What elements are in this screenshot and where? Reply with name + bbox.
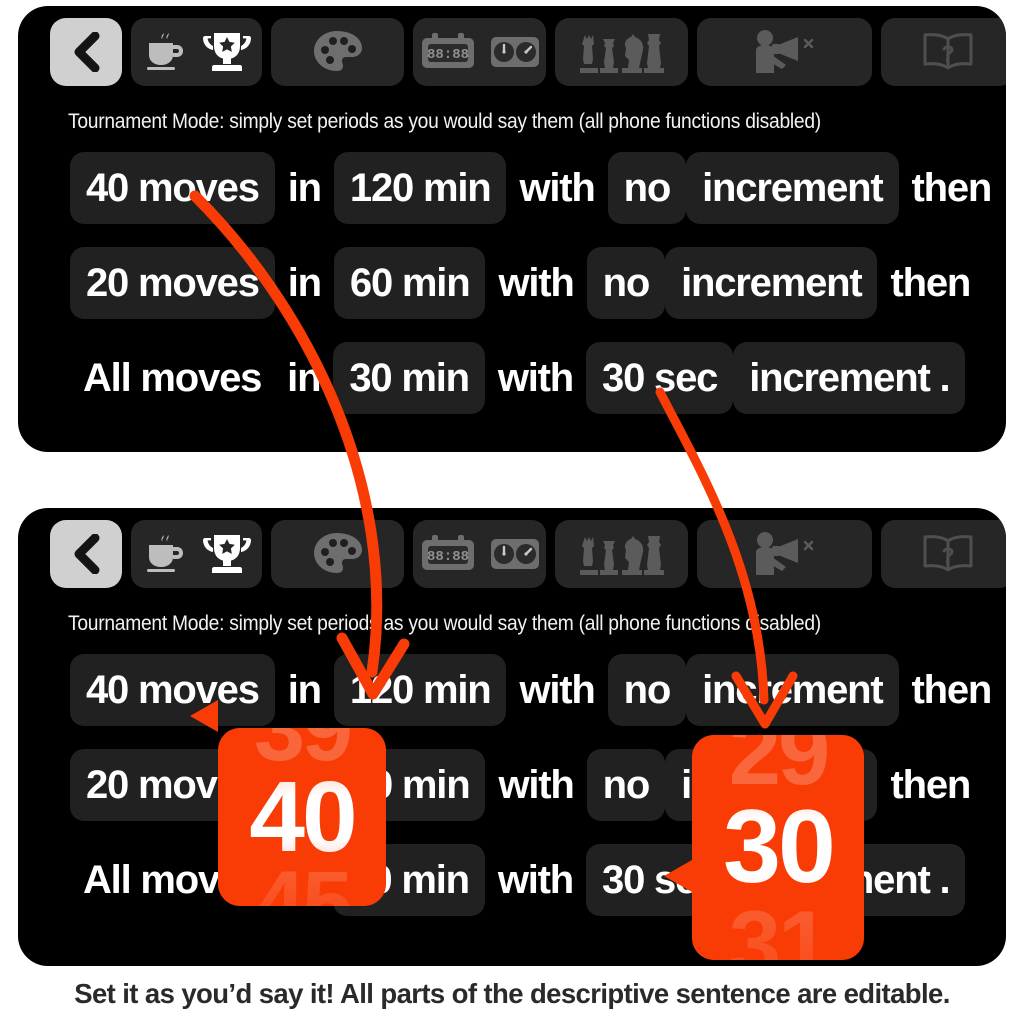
increment-unit-2[interactable]: increment (665, 247, 878, 319)
svg-text:?: ? (941, 543, 954, 568)
announcer-muted-icon (755, 532, 813, 575)
moves-value-1[interactable]: 40 moves (70, 152, 275, 224)
increment-value-2[interactable]: no (586, 247, 666, 319)
connector-with-2: with (498, 261, 574, 305)
help-button[interactable]: ? (881, 520, 1006, 588)
announcer-button[interactable] (697, 18, 872, 86)
screenshot-root: 88:88 ? Tournament Mode: simply set peri… (0, 0, 1024, 1024)
trophy-icon (202, 535, 251, 573)
connector-with-1: with (519, 668, 595, 712)
connector-then-1: then (911, 668, 993, 712)
increment-picker-previous[interactable]: 29 (729, 735, 831, 798)
connector-then-1: then (911, 166, 993, 210)
pieces-button[interactable] (555, 520, 688, 588)
moves-value-3[interactable]: All moves (70, 342, 274, 414)
back-button[interactable] (50, 18, 122, 86)
moves-value-1[interactable]: 40 moves (70, 654, 275, 726)
svg-text:88:88: 88:88 (426, 47, 468, 63)
back-button[interactable] (50, 520, 122, 588)
analog-clock-icon (490, 539, 539, 569)
increment-picker-current[interactable]: 30 (723, 795, 836, 899)
increment-unit-3[interactable]: increment . (733, 342, 966, 414)
digital-clock-icon: 88:88 (421, 535, 474, 570)
open-book-question-icon: ? (923, 33, 972, 70)
increment-picker-next[interactable]: 31 (729, 896, 831, 960)
chess-pieces-icon (579, 536, 664, 575)
connector-in-2: in (287, 261, 322, 305)
connector-in-3: in (287, 356, 321, 400)
period-row: 40 moves in 120 min with no increment th… (70, 152, 992, 224)
connector-then-2: then (890, 763, 971, 807)
pieces-button[interactable] (555, 18, 688, 86)
help-button[interactable]: ? (881, 18, 1006, 86)
connector-with-3: with (497, 356, 574, 400)
increment-picker-overlay[interactable]: 29 30 31 (692, 735, 864, 960)
moves-value-2[interactable]: 20 moves (70, 247, 275, 319)
increment-unit-1[interactable]: increment (686, 152, 899, 224)
period-row: All moves in 30 min with 30 sec incremen… (70, 342, 990, 414)
svg-text:88:88: 88:88 (426, 549, 468, 565)
coffee-cup-icon (146, 535, 183, 572)
tournament-mode-hint: Tournament Mode: simply set periods as y… (68, 611, 821, 635)
chevron-left-icon (74, 32, 100, 72)
chevron-left-icon (74, 534, 100, 574)
tournament-mode-hint: Tournament Mode: simply set periods as y… (68, 109, 821, 133)
moves-picker-current[interactable]: 40 (249, 767, 357, 867)
tournament-panel-top: 88:88 ? Tournament Mode: simply set peri… (18, 6, 1006, 452)
minutes-value-3[interactable]: 30 min (333, 342, 485, 414)
connector-in-1: in (287, 166, 322, 210)
periods-list-top: 40 moves in 120 min with no increment th… (70, 152, 992, 437)
toolbar-top: 88:88 ? (50, 18, 1006, 86)
open-book-question-icon: ? (923, 535, 972, 572)
theme-button[interactable] (271, 520, 404, 588)
period-row: 40 moves in 120 min with no increment th… (70, 654, 992, 726)
modes-button[interactable] (131, 18, 262, 86)
coffee-cup-icon (146, 33, 183, 70)
palette-icon (313, 533, 362, 573)
palette-icon (313, 31, 362, 71)
moves-picker-next[interactable]: 45 (254, 857, 353, 906)
connector-with-1: with (519, 166, 595, 210)
trophy-icon (202, 33, 251, 71)
clock-style-button[interactable]: 88:88 (413, 520, 546, 588)
connector-then-2: then (890, 261, 971, 305)
chess-pieces-icon (579, 34, 664, 73)
minutes-value-2[interactable]: 60 min (333, 247, 486, 319)
connector-in-1: in (287, 668, 322, 712)
announcer-muted-icon (755, 30, 813, 73)
announcer-button[interactable] (697, 520, 872, 588)
period-row: 20 moves in 60 min with no increment the… (70, 247, 990, 319)
theme-button[interactable] (271, 18, 404, 86)
increment-value-3[interactable]: 30 sec (586, 342, 734, 414)
svg-text:?: ? (941, 41, 954, 66)
minutes-value-1[interactable]: 120 min (333, 152, 507, 224)
increment-value-1[interactable]: no (607, 654, 687, 726)
clock-style-button[interactable]: 88:88 (413, 18, 546, 86)
connector-with-2: with (498, 763, 574, 807)
increment-unit-1[interactable]: increment (686, 654, 899, 726)
connector-with-3: with (497, 858, 574, 902)
moves-picker-overlay[interactable]: 39 40 45 (218, 728, 386, 906)
analog-clock-icon (490, 37, 539, 67)
toolbar-bottom: 88:88 ? (50, 520, 1006, 588)
figure-caption: Set it as you’d say it! All parts of the… (74, 978, 950, 1009)
minutes-value-1[interactable]: 120 min (333, 654, 507, 726)
increment-value-1[interactable]: no (607, 152, 687, 224)
modes-button[interactable] (131, 520, 262, 588)
digital-clock-icon: 88:88 (421, 33, 474, 68)
moves-picker-previous[interactable]: 39 (254, 728, 353, 775)
increment-value-2[interactable]: no (586, 749, 666, 821)
